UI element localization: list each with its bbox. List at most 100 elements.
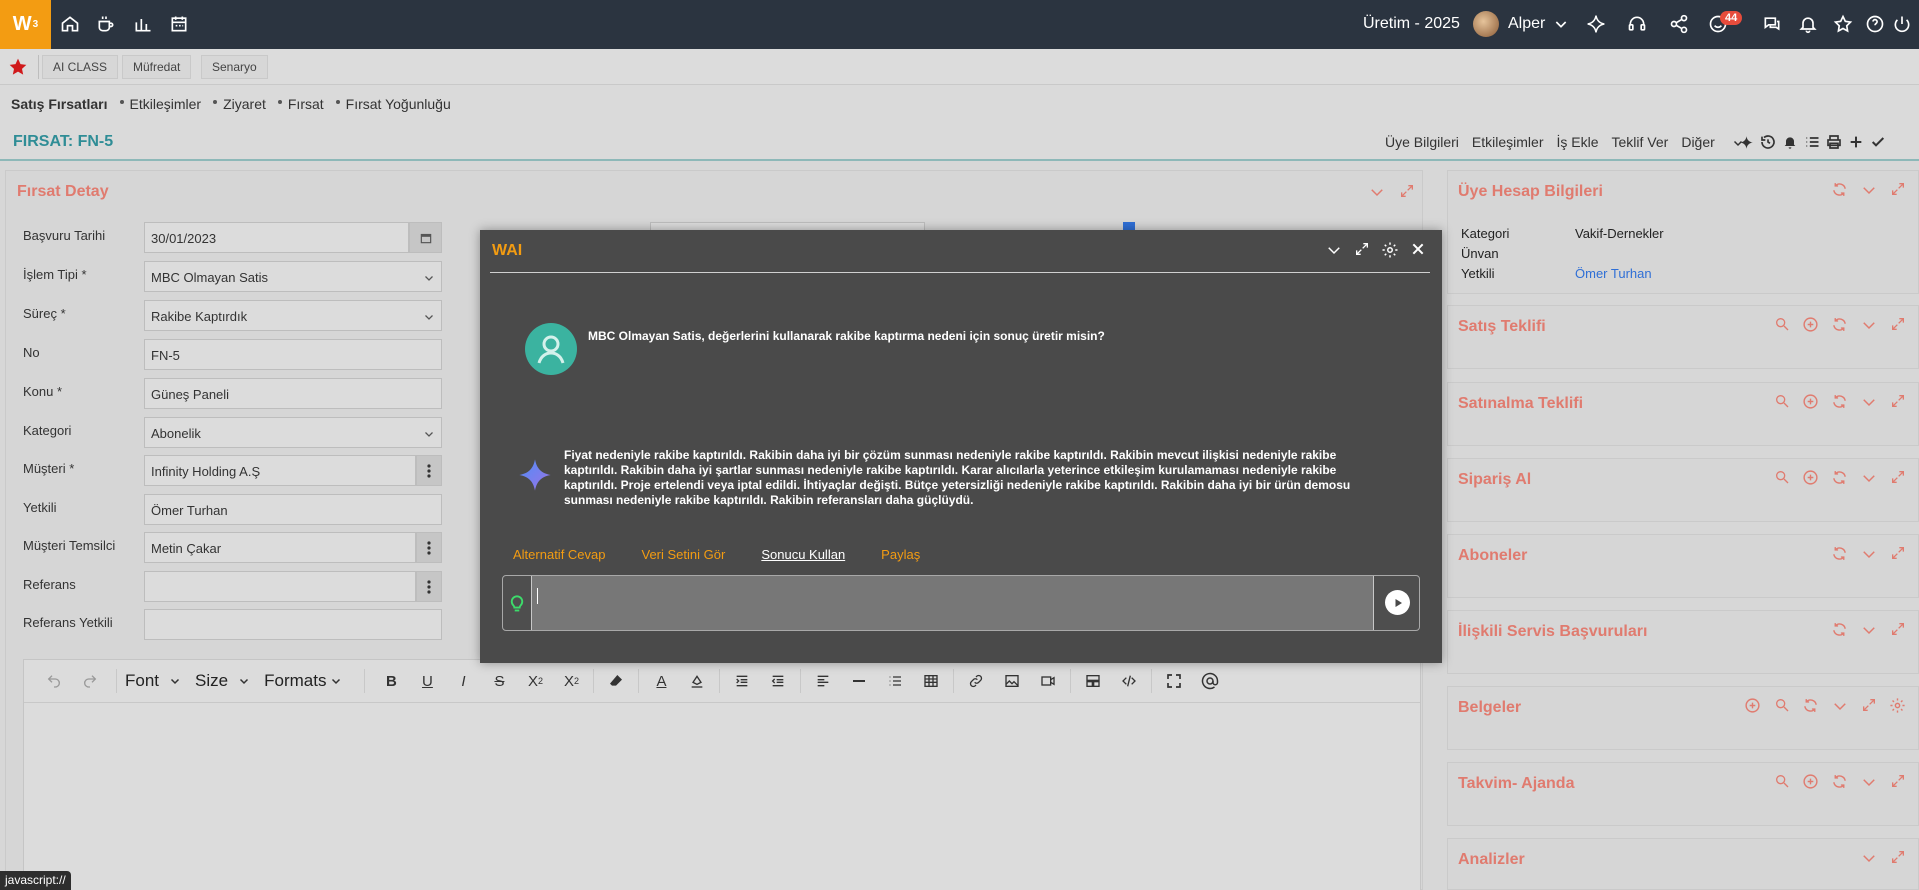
favorite-star-icon[interactable] [8, 57, 28, 77]
list-icon[interactable] [1801, 133, 1823, 151]
share-icon[interactable] [1667, 12, 1691, 36]
refresh-icon[interactable] [1825, 181, 1854, 199]
crumb-firsat[interactable]: Fırsat [277, 96, 324, 112]
chat-icon[interactable] [1760, 12, 1784, 36]
gear-icon[interactable] [1376, 241, 1404, 259]
fullscreen-icon[interactable] [1156, 673, 1192, 689]
collapse-icon[interactable] [1854, 773, 1883, 791]
expand-icon[interactable] [1883, 181, 1912, 199]
link-icon[interactable] [958, 673, 994, 689]
expand-icon[interactable] [1883, 393, 1912, 411]
size-dropdown[interactable]: Size [195, 671, 250, 691]
more-vertical-icon[interactable] [416, 455, 442, 486]
crumb-etkilesimler[interactable]: Etkileşimler [119, 96, 201, 112]
history-icon[interactable] [1757, 133, 1779, 151]
refresh-icon[interactable] [1796, 697, 1825, 715]
expand-icon[interactable] [1883, 545, 1912, 563]
template-icon[interactable] [1075, 673, 1111, 689]
card-title[interactable]: Satış Teklifi [1458, 318, 1546, 336]
add-circle-icon[interactable] [1796, 773, 1825, 791]
no-input[interactable]: FN-5 [144, 339, 442, 370]
star-icon[interactable] [1831, 12, 1855, 36]
alternative-answer-link[interactable]: Alternatif Cevap [513, 547, 606, 562]
power-icon[interactable] [1890, 12, 1914, 36]
headset-icon[interactable] [1625, 12, 1649, 36]
expand-icon[interactable] [1883, 469, 1912, 487]
print-icon[interactable] [1823, 133, 1845, 151]
search-icon[interactable] [1767, 316, 1796, 334]
home-icon[interactable] [58, 12, 82, 36]
chart-icon[interactable] [131, 12, 155, 36]
superscript-icon[interactable]: X2 [553, 673, 589, 690]
quick-tab-ai-class[interactable]: AI CLASS [42, 55, 119, 79]
indent-icon[interactable] [724, 673, 760, 689]
collapse-icon[interactable] [1854, 849, 1883, 867]
yetkili-link[interactable]: Ömer Turhan [1575, 266, 1652, 281]
crumb-firsat-yogunlugu[interactable]: Fırsat Yoğunluğu [335, 96, 451, 112]
gear-icon[interactable] [1883, 697, 1912, 715]
expand-icon[interactable] [1883, 773, 1912, 791]
align-icon[interactable] [805, 673, 841, 689]
bell-icon[interactable] [1779, 133, 1801, 151]
expand-icon[interactable] [1348, 241, 1376, 259]
crumb-ziyaret[interactable]: Ziyaret [213, 96, 266, 112]
outdent-icon[interactable] [760, 673, 796, 689]
musteri-input[interactable]: Infinity Holding A.Ş [144, 455, 416, 486]
surec-select[interactable]: Rakibe Kaptırdık [144, 300, 442, 331]
kategori-select[interactable]: Abonelik [144, 417, 442, 448]
lightbulb-icon[interactable] [508, 592, 526, 614]
expand-icon[interactable] [1883, 316, 1912, 334]
use-result-link[interactable]: Sonucu Kullan [761, 547, 845, 562]
link-uye-bilgileri[interactable]: Üye Bilgileri [1385, 134, 1459, 150]
collapse-icon[interactable] [1825, 697, 1854, 715]
formats-dropdown[interactable]: Formats [264, 671, 342, 691]
islem-tipi-select[interactable]: MBC Olmayan Satis [144, 261, 442, 292]
share-link[interactable]: Paylaş [881, 547, 920, 562]
text-color-icon[interactable]: A [643, 673, 679, 690]
link-etkilesimler[interactable]: Etkileşimler [1472, 134, 1544, 150]
collapse-icon[interactable] [1854, 393, 1883, 411]
card-title[interactable]: Analizler [1458, 851, 1525, 869]
table-icon[interactable] [913, 673, 949, 689]
add-circle-icon[interactable] [1738, 697, 1767, 715]
send-button[interactable] [1385, 590, 1410, 615]
help-icon[interactable] [1863, 12, 1887, 36]
refresh-icon[interactable] [1825, 545, 1854, 563]
quick-tab-senaryo[interactable]: Senaryo [201, 55, 268, 79]
add-circle-icon[interactable] [1796, 316, 1825, 334]
search-icon[interactable] [1767, 697, 1796, 715]
list-icon[interactable] [877, 673, 913, 689]
redo-icon[interactable] [72, 673, 108, 689]
mention-icon[interactable] [1192, 672, 1228, 690]
user-menu[interactable]: Alper [1473, 10, 1569, 38]
search-icon[interactable] [1767, 773, 1796, 791]
horizontal-rule-icon[interactable] [841, 673, 877, 689]
expand-icon[interactable] [1392, 183, 1422, 201]
code-icon[interactable] [1111, 673, 1147, 689]
referans-input[interactable] [144, 571, 416, 602]
link-is-ekle[interactable]: İş Ekle [1557, 134, 1599, 150]
collapse-icon[interactable] [1854, 621, 1883, 639]
italic-icon[interactable]: I [445, 673, 481, 690]
eraser-icon[interactable] [598, 673, 634, 689]
basvuru-tarihi-input[interactable]: 30/01/2023 [144, 222, 409, 253]
refresh-icon[interactable] [1825, 773, 1854, 791]
expand-icon[interactable] [1854, 697, 1883, 715]
calendar-icon[interactable] [167, 12, 191, 36]
add-circle-icon[interactable] [1796, 393, 1825, 411]
underline-icon[interactable]: U [409, 673, 445, 690]
collapse-icon[interactable] [1854, 316, 1883, 334]
refresh-icon[interactable] [1825, 393, 1854, 411]
card-title[interactable]: Aboneler [1458, 547, 1527, 565]
sparkle-icon[interactable] [1735, 133, 1757, 151]
collapse-icon[interactable] [1854, 545, 1883, 563]
more-vertical-icon[interactable] [416, 571, 442, 602]
search-icon[interactable] [1767, 469, 1796, 487]
more-vertical-icon[interactable] [416, 532, 442, 563]
strikethrough-icon[interactable]: S [481, 673, 517, 690]
sparkle-icon[interactable] [1584, 12, 1608, 36]
referans-yetkili-input[interactable] [144, 609, 442, 640]
card-title[interactable]: Takvim- Ajanda [1458, 775, 1574, 793]
app-logo[interactable]: W3 [0, 0, 51, 49]
highlight-icon[interactable] [679, 673, 715, 689]
